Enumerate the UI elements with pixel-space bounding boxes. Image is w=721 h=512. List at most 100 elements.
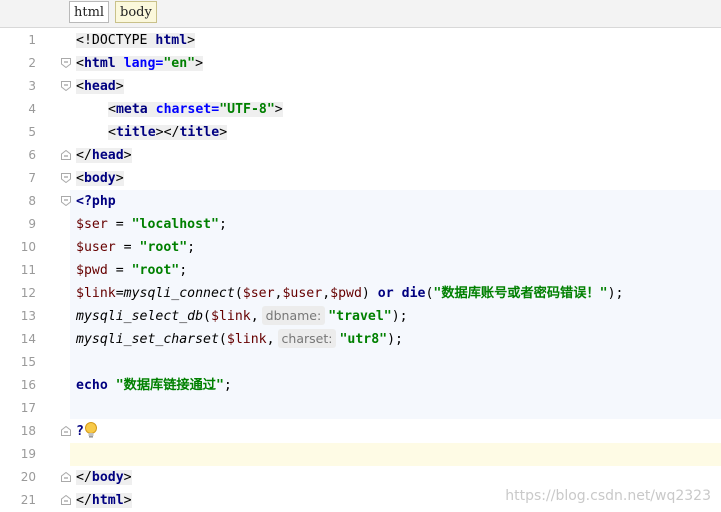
fold-open-icon[interactable] (61, 81, 71, 91)
fold-close-icon[interactable] (61, 426, 71, 436)
paren: ( (234, 286, 243, 301)
variable: $pwd (76, 263, 108, 278)
fold-close-icon[interactable] (61, 472, 71, 482)
code-line-11[interactable]: $pwd = "root"; (76, 259, 187, 282)
operator: = (115, 240, 140, 255)
variable: $user (282, 286, 323, 301)
variable: $user (76, 240, 116, 255)
tag-name: body (91, 470, 124, 485)
line-number: 12 (20, 286, 36, 300)
tag-bracket: > (115, 171, 124, 186)
comma: , (322, 286, 331, 301)
code-line-18[interactable]: ? (76, 420, 98, 443)
code-editor[interactable]: 1 2 3 4 5 6 7 8 9 10 11 12 13 14 15 16 1… (0, 28, 721, 508)
semicolon: ; (187, 240, 196, 255)
php-open-tag: <?php (76, 194, 116, 209)
tag-bracket: > (123, 470, 132, 485)
line-number: 5 (28, 125, 36, 139)
code-line-14[interactable]: mysqli_set_charset($link, charset: "utr8")… (76, 328, 403, 351)
doctype-text: <!DOCTYPE (76, 33, 156, 48)
code-line-12[interactable]: $link=mysqli_connect($ser,$user,$pwd) or… (76, 282, 623, 305)
line-number: 11 (20, 263, 36, 277)
code-line-1[interactable]: <!DOCTYPE html> (76, 29, 196, 52)
code-line-2[interactable]: <html lang="en"> (76, 52, 204, 75)
doctype-html: html (155, 33, 188, 48)
keyword: echo (76, 378, 108, 393)
tag-bracket: ></ (155, 125, 180, 140)
tag-bracket: > (274, 102, 283, 117)
tag-bracket: < (108, 125, 116, 140)
tag-bracket: < (76, 171, 84, 186)
code-line-13[interactable]: mysqli_select_db($link, dbname: "travel"); (76, 305, 408, 328)
php-close-tag: ? (76, 424, 84, 439)
keyword: die (401, 286, 426, 301)
tag-bracket: > (123, 493, 132, 508)
code-line-21[interactable]: </html> (76, 489, 132, 512)
breadcrumb-body[interactable]: body (115, 1, 157, 23)
code-line-6[interactable]: </head> (76, 144, 132, 167)
tag-bracket: > (123, 148, 132, 163)
keyword: or (377, 286, 394, 301)
code-line-4[interactable]: <meta charset="UTF-8"> (108, 98, 283, 121)
tag-name: title (115, 125, 156, 140)
operator: = (107, 217, 132, 232)
breadcrumb-html[interactable]: html (69, 1, 110, 23)
tag-bracket: < (108, 102, 116, 117)
code-line-10[interactable]: $user = "root"; (76, 236, 195, 259)
code-line-5[interactable]: <title></title> (108, 121, 228, 144)
paren: ); (387, 332, 403, 347)
tag-name: body (83, 171, 116, 186)
line-number: 8 (28, 194, 36, 208)
code-line-16[interactable]: echo "数据库链接通过"; (76, 374, 232, 397)
tag-bracket: < (76, 79, 84, 94)
paren: ( (218, 332, 227, 347)
line-number: 1 (28, 33, 36, 47)
paren: ) (361, 286, 378, 301)
semicolon: ; (223, 378, 232, 393)
semicolon: ; (179, 263, 188, 278)
string-literal: "数据库账号或者密码错误！" (433, 286, 608, 301)
line-number: 19 (20, 447, 36, 461)
parameter-hint: charset: (277, 329, 337, 348)
fold-open-icon[interactable] (61, 58, 71, 68)
lightbulb-icon[interactable] (84, 421, 98, 439)
code-line-3[interactable]: <head> (76, 75, 124, 98)
fold-open-icon[interactable] (61, 196, 71, 206)
attribute-name: lang= (115, 56, 164, 71)
comma: , (266, 332, 275, 347)
tag-name: title (179, 125, 220, 140)
string-literal: "travel" (328, 309, 392, 324)
tag-bracket: > (219, 125, 228, 140)
tag-bracket: </ (76, 493, 92, 508)
tag-name: meta (115, 102, 148, 117)
tag-name: head (91, 148, 124, 163)
tag-bracket: > (187, 33, 196, 48)
line-number: 15 (20, 355, 36, 369)
fold-close-icon[interactable] (61, 495, 71, 505)
code-line-7[interactable]: <body> (76, 167, 124, 190)
paren: ( (203, 309, 211, 324)
line-number: 10 (20, 240, 36, 254)
fold-open-icon[interactable] (61, 173, 71, 183)
function-call: mysqli_select_db (76, 309, 204, 324)
string-literal: "utr8" (339, 332, 388, 347)
line-number: 18 (20, 424, 36, 438)
tag-name: html (91, 493, 124, 508)
attribute-name: charset= (147, 102, 220, 117)
paren: ); (607, 286, 624, 301)
watermark: https://blog.csdn.net/wq2323 (505, 488, 711, 504)
code-line-8[interactable]: <?php (76, 190, 116, 213)
code-line-9[interactable]: $ser = "localhost"; (76, 213, 227, 236)
semicolon: ; (218, 217, 227, 232)
current-line-highlight (70, 443, 721, 466)
variable: $link (226, 332, 267, 347)
line-number: 4 (28, 102, 36, 116)
paren: ); (391, 309, 408, 324)
fold-close-icon[interactable] (61, 150, 71, 160)
line-number: 13 (20, 309, 36, 323)
variable: $ser (242, 286, 275, 301)
comma: , (250, 309, 259, 324)
code-line-20[interactable]: </body> (76, 466, 132, 489)
